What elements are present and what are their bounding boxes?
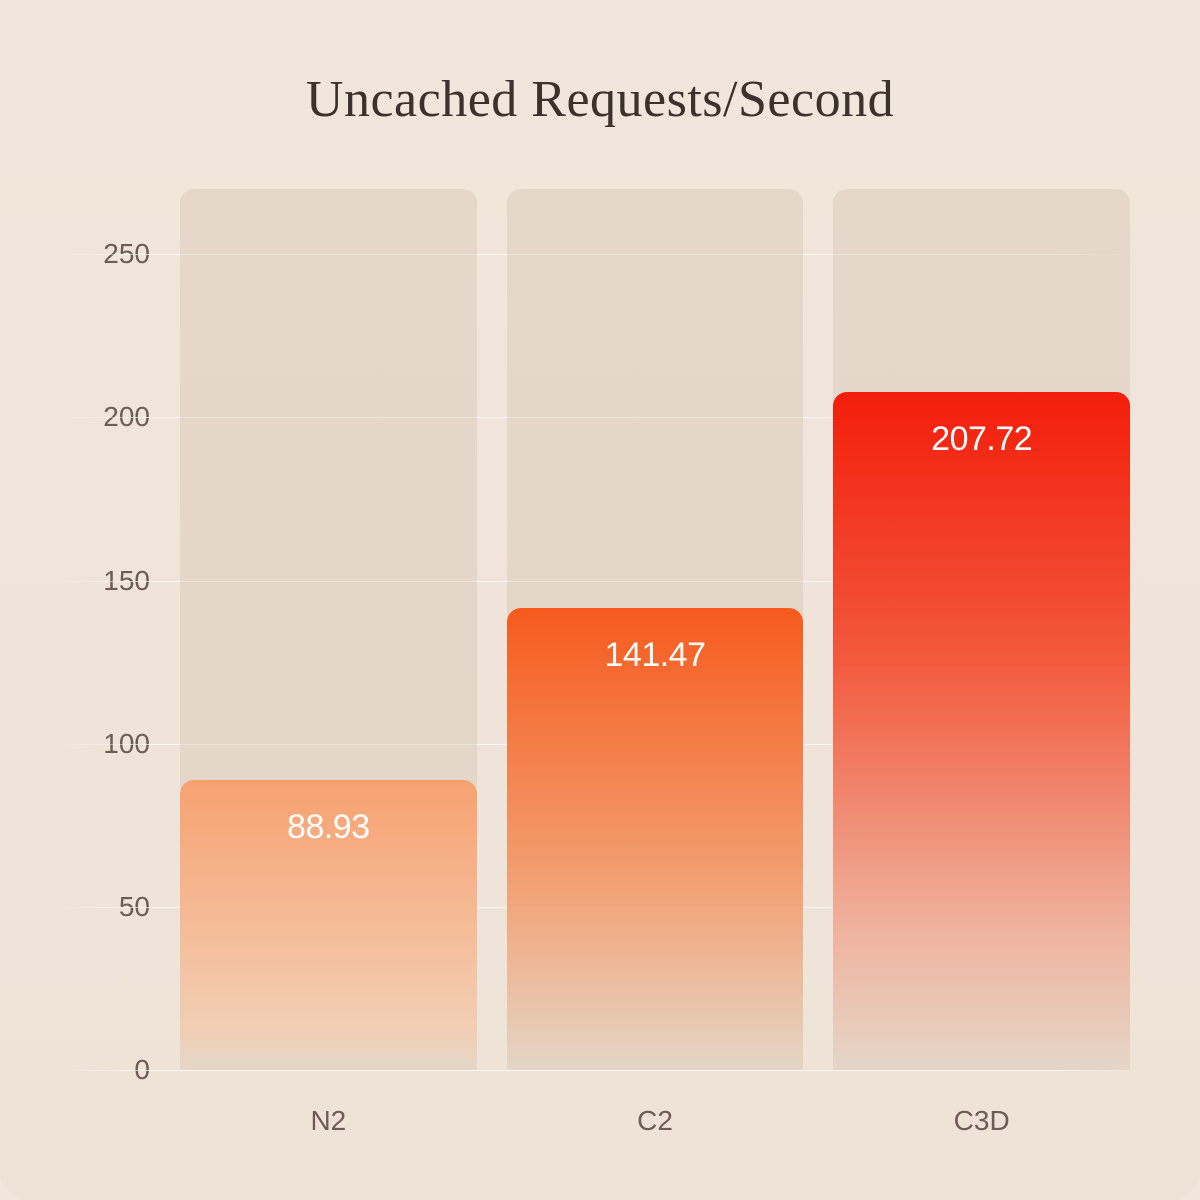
y-axis: 050100150200250: [60, 189, 170, 1070]
bar-value-label: 141.47: [605, 636, 706, 1070]
bar: 207.72: [833, 392, 1130, 1070]
chart-title: Uncached Requests/Second: [60, 70, 1140, 129]
bar-value-label: 88.93: [287, 808, 370, 1070]
chart-body: 050100150200250 88.93 141.47 207.72 N2 C2 C3…: [60, 189, 1140, 1160]
x-axis: N2 C2 C3D: [60, 1070, 1140, 1160]
bar: 141.47: [507, 608, 804, 1070]
x-tick: C2: [507, 1070, 804, 1160]
bar: 88.93: [180, 780, 477, 1070]
x-tick: C3D: [833, 1070, 1130, 1160]
bar-value-label: 207.72: [931, 420, 1032, 1070]
x-tick: N2: [180, 1070, 477, 1160]
bars-container: 88.93 141.47 207.72: [170, 189, 1140, 1070]
x-tick-row: N2 C2 C3D: [170, 1070, 1140, 1160]
bar-slot: 88.93: [180, 189, 477, 1070]
plot-area: 88.93 141.47 207.72: [170, 189, 1140, 1070]
plot: 050100150200250 88.93 141.47 207.72: [60, 189, 1140, 1070]
chart-card: Uncached Requests/Second 050100150200250…: [0, 0, 1200, 1200]
bar-slot: 207.72: [833, 189, 1130, 1070]
gridline: [60, 1070, 1140, 1071]
bar-slot: 141.47: [507, 189, 804, 1070]
